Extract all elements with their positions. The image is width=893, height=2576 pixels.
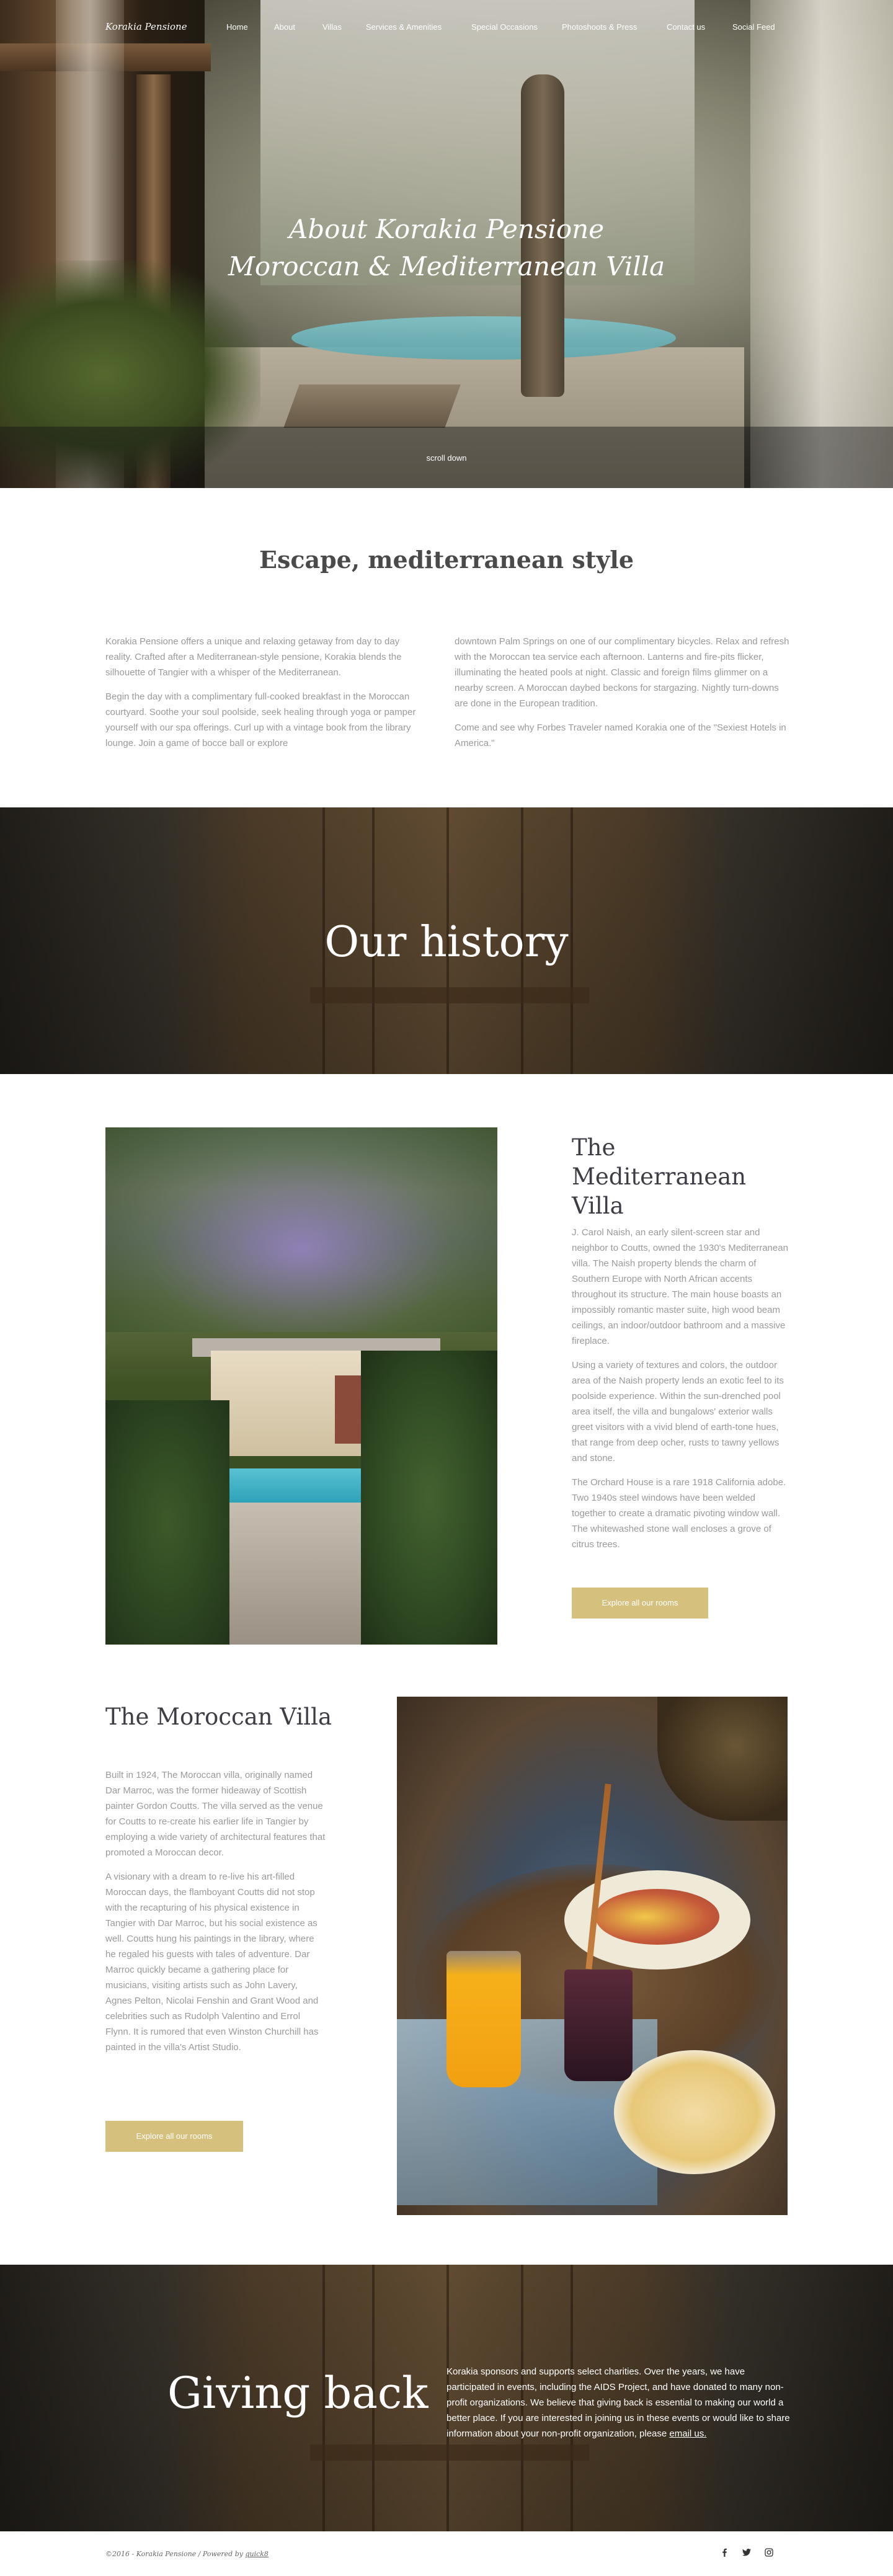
hero-title-line1: About Korakia Pensione: [288, 214, 605, 244]
door-rail: [310, 987, 589, 1003]
brand-logo[interactable]: Korakia Pensione: [105, 21, 187, 32]
escape-right-paragraph-2: Come and see why Forbes Traveler named K…: [455, 722, 786, 748]
nav-home[interactable]: Home: [226, 22, 248, 32]
instagram-icon[interactable]: [764, 2547, 774, 2557]
history-title: Our history: [324, 918, 569, 967]
photo-hedge-left: [105, 1400, 229, 1645]
photo-canopy: [105, 1127, 497, 1332]
escape-right-paragraph-1: downtown Palm Springs on one of our comp…: [455, 636, 789, 709]
photo-hedge-right: [361, 1351, 497, 1645]
nav-special-occasions[interactable]: Special Occasions: [471, 22, 538, 32]
mediterranean-paragraph-3: The Orchard House is a rare 1918 Califor…: [572, 1477, 786, 1550]
photo-food: [595, 1889, 719, 1945]
hero-section: Korakia Pensione Home About Villas Servi…: [0, 0, 893, 488]
moroccan-title: The Moroccan Villa: [105, 1703, 332, 1730]
mediterranean-paragraph-1: J. Carol Naish, an early silent-screen s…: [572, 1227, 788, 1346]
nav-villas[interactable]: Villas: [322, 22, 342, 32]
instagram-glyph: [765, 2548, 773, 2557]
escape-column-left: Korakia Pensione offers a unique and rel…: [105, 634, 428, 760]
scroll-down-link[interactable]: scroll down: [0, 453, 893, 463]
escape-column-right: downtown Palm Springs on one of our comp…: [455, 634, 789, 760]
twitter-icon[interactable]: [742, 2547, 752, 2557]
footer-copyright: ©2016 - Korakia Pensione / Powered by qu…: [105, 2550, 269, 2558]
twitter-glyph: [742, 2549, 751, 2556]
facebook-icon[interactable]: [719, 2547, 729, 2557]
mediterranean-title: The Mediterranean Villa: [572, 1134, 747, 1219]
powered-by-link[interactable]: quick8: [245, 2550, 268, 2558]
moroccan-paragraph-2: A visionary with a dream to re-live his …: [105, 1872, 319, 2053]
hero-pool: [291, 316, 676, 360]
moroccan-breakfast-photo: [397, 1697, 788, 2215]
escape-title: Escape, mediterranean style: [259, 546, 634, 574]
history-banner: Our history: [0, 807, 893, 1074]
photo-tea-glass: [564, 1970, 633, 2081]
giving-paragraph: Korakia sponsors and supports select cha…: [446, 2366, 790, 2439]
giving-title: Giving back: [167, 2368, 429, 2418]
moroccan-explore-button[interactable]: Explore all our rooms: [105, 2121, 243, 2152]
nav-contact[interactable]: Contact us: [667, 22, 705, 32]
mediterranean-villa-photo: [105, 1127, 497, 1645]
hero-title: About Korakia Pensione Moroccan & Medite…: [0, 211, 893, 285]
moroccan-paragraph-1: Built in 1924, The Moroccan villa, origi…: [105, 1770, 326, 1858]
copyright-text: ©2016 - Korakia Pensione / Powered by: [105, 2550, 243, 2558]
nav-about[interactable]: About: [274, 22, 295, 32]
nav-photoshoots[interactable]: Photoshoots & Press: [562, 22, 637, 32]
giving-text: Korakia sponsors and supports select cha…: [446, 2364, 791, 2441]
mediterranean-paragraph-2: Using a variety of textures and colors, …: [572, 1360, 784, 1463]
mediterranean-explore-button[interactable]: Explore all our rooms: [572, 1588, 708, 1619]
moroccan-text: Built in 1924, The Moroccan villa, origi…: [105, 1767, 326, 2064]
photo-pancakes: [614, 2050, 775, 2174]
escape-left-paragraph-1: Korakia Pensione offers a unique and rel…: [105, 636, 402, 678]
nav-social-feed[interactable]: Social Feed: [732, 22, 775, 32]
facebook-glyph: [722, 2548, 727, 2557]
photo-teapot: [657, 1697, 788, 1821]
email-us-link[interactable]: email us.: [669, 2428, 706, 2439]
escape-left-paragraph-2: Begin the day with a complimentary full-…: [105, 691, 416, 748]
hero-title-line2: Moroccan & Mediterranean Villa: [228, 251, 665, 282]
photo-orange-juice: [446, 1951, 521, 2087]
hero-lounger: [283, 384, 461, 428]
door-rail: [310, 2445, 589, 2461]
mediterranean-text: J. Carol Naish, an early silent-screen s…: [572, 1225, 789, 1561]
nav-services[interactable]: Services & Amenities: [366, 22, 442, 32]
